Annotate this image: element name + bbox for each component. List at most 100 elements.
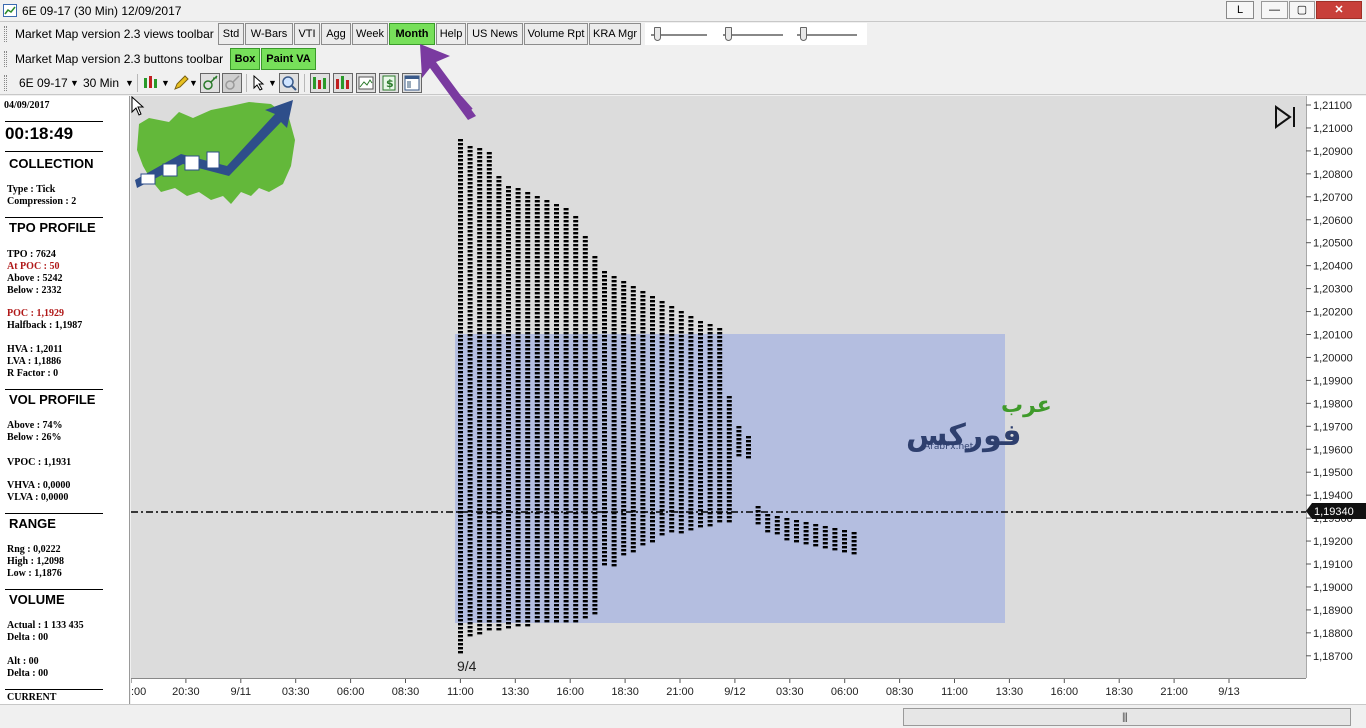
- view-week-button[interactable]: Week: [352, 23, 388, 45]
- tpo-mark: [669, 458, 675, 461]
- toolbar-grip[interactable]: [4, 75, 7, 91]
- price-axis[interactable]: 1,21100 1,21000 1,20900 1,20800 1,20700 1,206…: [1306, 96, 1366, 678]
- symbol-dropdown[interactable]: 6E 09-17: [19, 76, 68, 90]
- minimize-button[interactable]: —: [1261, 1, 1288, 19]
- kra-mgr-button[interactable]: KRA Mgr: [589, 23, 641, 45]
- tpo-mark: [554, 384, 559, 387]
- tpo-mark: [573, 236, 579, 239]
- tpo-mark: [688, 468, 694, 471]
- tpo-mark: [496, 252, 502, 255]
- tpo-mark: [592, 484, 598, 487]
- tpo-mark: [554, 368, 559, 371]
- tpo-mark: [534, 448, 540, 451]
- tpo-mark: [688, 344, 694, 347]
- chevron-down-icon[interactable]: ▼: [189, 78, 198, 88]
- tpo-mark: [573, 308, 579, 311]
- tpo-mark: [506, 410, 511, 413]
- tpo-mark: [534, 264, 540, 267]
- tpo-mark: [650, 432, 655, 435]
- tpo-mark: [707, 428, 713, 431]
- tpo-mark: [467, 386, 473, 389]
- box-button[interactable]: Box: [230, 48, 260, 70]
- scrollbar-thumb[interactable]: |||: [903, 708, 1351, 726]
- tpo-mark: [813, 536, 819, 539]
- tpo-mark: [765, 522, 771, 525]
- interval-dropdown[interactable]: 30 Min: [83, 76, 119, 90]
- tpo-mark: [477, 156, 483, 159]
- tpo-mark: [688, 440, 694, 443]
- picture-icon[interactable]: [356, 73, 376, 93]
- tpo-mark: [467, 446, 473, 449]
- volume-rpt-button[interactable]: Volume Rpt: [524, 23, 588, 45]
- tpo-mark: [650, 372, 655, 375]
- slider-1[interactable]: [654, 27, 661, 41]
- tpo-mark: [640, 499, 646, 502]
- tpo-mark: [698, 341, 703, 344]
- scroll-to-end-icon[interactable]: [1273, 104, 1299, 130]
- tpo-mark: [563, 256, 569, 259]
- slider-2[interactable]: [725, 27, 732, 41]
- tpo-mark: [477, 320, 483, 323]
- slider-3[interactable]: [800, 27, 807, 41]
- magnifier-icon[interactable]: [279, 73, 299, 93]
- tpo-mark: [582, 428, 588, 431]
- tpo-mark: [554, 372, 559, 375]
- tpo-mark: [592, 380, 598, 383]
- tpo-mark: [688, 480, 694, 483]
- tpo-profile-canvas[interactable]: [131, 96, 1306, 678]
- tpo-mark: [506, 490, 511, 493]
- tpo-mark: [486, 408, 492, 411]
- tpo-mark: [467, 334, 473, 337]
- tpo-mark: [602, 531, 607, 534]
- tpo-mark: [563, 456, 569, 459]
- tpo-mark: [477, 372, 483, 375]
- tpo-mark: [659, 397, 665, 400]
- tpo-mark: [477, 148, 483, 151]
- tpo-mark: [467, 222, 473, 225]
- close-button[interactable]: ✕: [1316, 1, 1362, 19]
- tpo-mark: [582, 304, 588, 307]
- paint-va-button[interactable]: Paint VA: [261, 48, 316, 70]
- dollar-icon[interactable]: $: [379, 73, 399, 93]
- zoom-in-icon[interactable]: [200, 73, 220, 93]
- tpo-mark: [486, 316, 492, 319]
- tpo-mark: [458, 435, 463, 438]
- maximize-button[interactable]: ▢: [1289, 1, 1315, 19]
- market-profile-chart[interactable]: 9/4 عرب فوركس ArabFx.net: [131, 96, 1306, 678]
- tpo-mark: [554, 516, 559, 519]
- chart-add-icon[interactable]: [310, 73, 330, 93]
- time-axis[interactable]: :00 20:30 9/11 03:30 06:00 08:30 11:00 13:30 16:…: [131, 678, 1306, 704]
- bar-style-icon[interactable]: [142, 74, 160, 92]
- tpo-mark: [842, 550, 847, 553]
- tpo-mark: [640, 507, 646, 510]
- tpo-mark: [496, 564, 502, 567]
- chevron-down-icon[interactable]: ▼: [70, 78, 79, 88]
- tpo-mark: [717, 368, 723, 371]
- cursor-pointer-icon[interactable]: [251, 74, 269, 92]
- tpo-mark: [611, 476, 617, 479]
- pencil-icon[interactable]: [172, 74, 190, 92]
- tpo-mark: [477, 340, 483, 343]
- tpo-mark: [698, 461, 703, 464]
- toolbar-grip[interactable]: [4, 26, 7, 42]
- view-wbars-button[interactable]: W-Bars: [245, 23, 293, 45]
- tpo-mark: [650, 308, 655, 311]
- tpo-mark: [563, 340, 569, 343]
- horizontal-scrollbar[interactable]: |||: [0, 704, 1366, 728]
- tpo-mark: [582, 256, 588, 259]
- chevron-down-icon[interactable]: ▼: [268, 78, 277, 88]
- chevron-down-icon[interactable]: ▼: [161, 78, 170, 88]
- language-button[interactable]: L: [1226, 1, 1254, 19]
- tpo-mark: [467, 422, 473, 425]
- tpo-mark: [486, 600, 492, 603]
- view-std-button[interactable]: Std: [218, 23, 244, 45]
- zoom-out-icon[interactable]: [222, 73, 242, 93]
- chart-compare-icon[interactable]: [333, 73, 353, 93]
- toolbar-grip[interactable]: [4, 51, 7, 67]
- tpo-mark: [602, 327, 607, 330]
- tpo-mark: [640, 419, 646, 422]
- view-agg-button[interactable]: Agg: [321, 23, 351, 45]
- chevron-down-icon[interactable]: ▼: [125, 78, 134, 88]
- tpo-mark: [669, 430, 675, 433]
- view-vti-button[interactable]: VTI: [294, 23, 320, 45]
